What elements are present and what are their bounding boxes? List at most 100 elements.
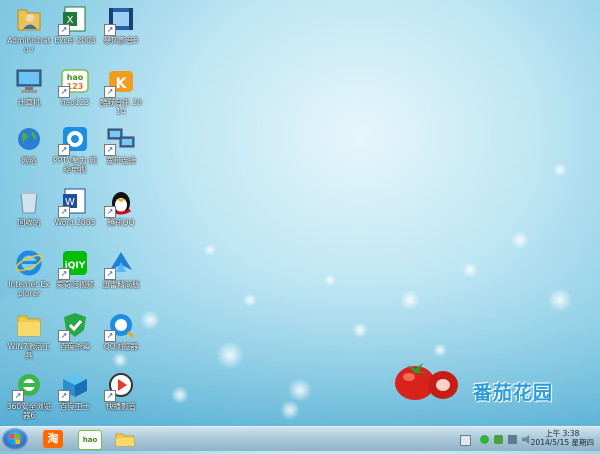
desktop-icon-label: Word 2003: [54, 218, 96, 227]
excel-icon: X ↗: [58, 4, 90, 36]
shortcut-arrow-icon: ↗: [104, 24, 116, 36]
word-icon: W ↗: [58, 186, 90, 218]
desktop-icon-baofeng-player[interactable]: ↗ 暴风影音5: [98, 4, 144, 45]
desktop-icon-iqiyi[interactable]: iQIY ↗ 爱奇艺视频: [52, 248, 98, 289]
desktop-icon-baidu-guard[interactable]: ↗ 百度卫士: [52, 370, 98, 411]
desktop-icon-excel[interactable]: X ↗ Excel 2003: [52, 4, 98, 45]
hao123-icon: hao 123 ↗: [58, 66, 90, 98]
qq-penguin-icon: ↗: [104, 186, 136, 218]
folder-icon: [115, 433, 135, 447]
tomato-logo: [395, 363, 458, 400]
desktop-icon-internet-explorer[interactable]: Internet Explorer: [6, 248, 52, 298]
kuwo-music-icon: K ↗: [104, 66, 136, 98]
desktop-icon-label: 酷我音乐 2014: [100, 98, 142, 116]
clock-time: 上午 3:38: [545, 429, 580, 438]
shortcut-arrow-icon: ↗: [104, 206, 116, 218]
desktop-icon-broadband-connection[interactable]: ↗ 宽带连接: [98, 124, 144, 165]
shortcut-arrow-icon: ↗: [104, 330, 116, 342]
desktop-icon-label: 360安全浏览 器6: [6, 402, 52, 420]
network-status-icon[interactable]: [508, 435, 517, 444]
shortcut-arrow-icon: ↗: [104, 144, 116, 156]
shortcut-arrow-icon: ↗: [104, 390, 116, 402]
desktop-icon-recycle-bin[interactable]: 回收站: [6, 186, 52, 227]
windows-logo-icon: [10, 434, 20, 444]
desktop-icon-qq-penguin[interactable]: ↗ 腾讯QQ: [98, 186, 144, 227]
pptv-icon: ↗: [58, 124, 90, 156]
desktop-icon-qq-browser[interactable]: ↗ QQ浏览器: [98, 310, 144, 351]
desktop-icon-computer[interactable]: 计算机: [6, 66, 52, 107]
shortcut-arrow-icon: ↗: [104, 268, 116, 280]
volume-icon[interactable]: [522, 435, 530, 444]
user-folder-icon: [14, 4, 44, 34]
qvod-player-icon: ↗: [104, 370, 136, 402]
shortcut-arrow-icon: ↗: [58, 330, 70, 342]
shortcut-arrow-icon: ↗: [104, 86, 116, 98]
desktop-icon-xunlei[interactable]: ↗ 迅雷精简版: [98, 248, 144, 289]
360-browser-icon: ↗: [12, 370, 44, 402]
desktop-icon-label: QQ浏览器: [103, 342, 139, 351]
desktop-icon-label: hao123: [60, 98, 90, 107]
desktop-icon-label: 暴风影音5: [103, 36, 139, 45]
taskbar: 淘 hao 上午 3:38 2014/5/15 星期四: [0, 426, 600, 451]
brand-text: 番茄花园: [473, 382, 554, 404]
shortcut-arrow-icon: ↗: [58, 86, 70, 98]
desktop-icon-label: WIN7激活工 具: [7, 342, 51, 360]
shortcut-arrow-icon: ↗: [58, 268, 70, 280]
desktop-icon-label: 百度杀毒: [60, 342, 90, 351]
shortcut-arrow-icon: ↗: [12, 390, 24, 402]
recycle-bin-icon: [14, 186, 44, 216]
desktop-icon-label: 计算机: [17, 98, 41, 107]
baofeng-player-icon: ↗: [104, 4, 136, 36]
shortcut-arrow-icon: ↗: [58, 24, 70, 36]
desktop-icon-label: Excel 2003: [54, 36, 96, 45]
desktop-icon-label: 迅雷精简版: [102, 280, 140, 289]
taskbar-hao123[interactable]: hao: [76, 429, 102, 450]
computer-icon: [14, 66, 44, 96]
internet-explorer-icon: [14, 248, 44, 278]
antivirus-icon[interactable]: [494, 435, 503, 444]
system-tray: 上午 3:38 2014/5/15 星期四: [440, 427, 600, 451]
svg-text:hao: hao: [67, 73, 84, 82]
desktop-icon-label: 宽带连接: [106, 156, 136, 165]
desktop-icon-label: Administrato r: [7, 36, 51, 54]
desktop-icon-folder[interactable]: WIN7激活工 具: [6, 310, 52, 360]
desktop-icon-kuwo-music[interactable]: K ↗ 酷我音乐 2014: [98, 66, 144, 116]
desktop-icon-qvod-player[interactable]: ↗ 快播影音: [98, 370, 144, 411]
desktop-icon-label: Internet Explorer: [8, 280, 50, 298]
security-shield-icon[interactable]: [480, 435, 489, 444]
svg-text:K: K: [116, 76, 128, 92]
xunlei-icon: ↗: [104, 248, 136, 280]
desktop-icon-user-folder[interactable]: Administrato r: [6, 4, 52, 54]
desktop-icon-network-globe[interactable]: 网络: [6, 124, 52, 165]
baidu-antivirus-icon: ↗: [58, 310, 90, 342]
network-globe-icon: [14, 124, 44, 154]
folder-icon: [14, 310, 44, 340]
desktop-icon-pptv[interactable]: ↗ PPTV聚力 网络电视: [52, 124, 98, 174]
hao123-icon: hao: [78, 430, 102, 450]
shortcut-arrow-icon: ↗: [58, 144, 70, 156]
desktop-icon-baidu-antivirus[interactable]: ↗ 百度杀毒: [52, 310, 98, 351]
desktop-icon-label: PPTV聚力 网络电视: [53, 156, 97, 174]
clock[interactable]: 上午 3:38 2014/5/15 星期四: [531, 429, 594, 447]
taskbar-taobao[interactable]: 淘: [40, 429, 66, 449]
taobao-icon: 淘: [43, 430, 63, 448]
desktop-icon-360-browser[interactable]: ↗ 360安全浏览 器6: [6, 370, 52, 420]
action-center-icon[interactable]: [460, 435, 471, 446]
baidu-guard-icon: ↗: [58, 370, 90, 402]
shortcut-arrow-icon: ↗: [58, 206, 70, 218]
desktop-icon-label: 快播影音: [106, 402, 136, 411]
qq-browser-icon: ↗: [104, 310, 136, 342]
shortcut-arrow-icon: ↗: [58, 390, 70, 402]
taskbar-explorer[interactable]: [112, 429, 138, 449]
start-button[interactable]: [2, 428, 28, 450]
broadband-connection-icon: ↗: [104, 124, 136, 156]
desktop-icon-label: 爱奇艺视频: [56, 280, 94, 289]
desktop-icon-word[interactable]: W ↗ Word 2003: [52, 186, 98, 227]
desktop-icon-hao123[interactable]: hao 123 ↗ hao123: [52, 66, 98, 107]
iqiyi-icon: iQIY ↗: [58, 248, 90, 280]
desktop-icon-label: 腾讯QQ: [107, 218, 135, 227]
desktop-icon-label: 回收站: [17, 218, 41, 227]
clock-date: 2014/5/15 星期四: [530, 438, 594, 447]
desktop-icon-label: 网络: [21, 156, 37, 165]
desktop-icon-label: 百度卫士: [60, 402, 90, 411]
